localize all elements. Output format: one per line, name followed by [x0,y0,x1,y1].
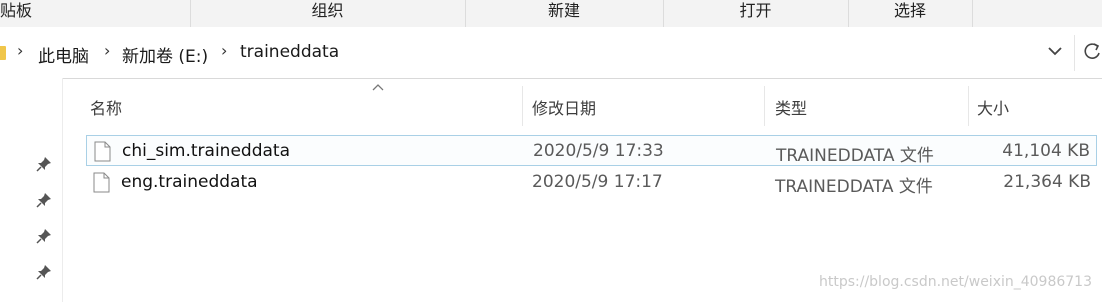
navigation-pane[interactable] [0,78,63,302]
address-divider [1074,35,1075,71]
breadcrumb-traineddata[interactable]: traineddata [240,42,339,62]
watermark: https://blog.csdn.net/weixin_40986713 [818,274,1092,290]
file-size: 41,104 KB [1002,141,1090,161]
ribbon-group-organize: 组织 [190,0,466,27]
file-row-eng[interactable]: eng.traineddata 2020/5/9 17:17 TRAINEDDA… [86,167,1097,198]
column-divider[interactable] [522,86,523,126]
ribbon-group-new: 新建 [465,0,664,27]
sort-ascending-icon [372,84,384,91]
file-type: TRAINEDDATA 文件 [775,177,933,197]
pin-icon[interactable] [36,264,52,280]
file-size: 21,364 KB [1003,172,1091,192]
pin-icon[interactable] [36,156,52,172]
ribbon-group-clipboard: 贴板 [0,0,191,27]
ribbon-group-labels: 贴板 组织 新建 打开 选择 [0,0,1102,28]
column-header-name[interactable]: 名称 [90,95,122,119]
chevron-right-icon[interactable]: › [104,41,110,60]
chevron-right-icon[interactable]: › [221,41,227,60]
folder-icon [0,46,6,60]
breadcrumb-this-pc[interactable]: 此电脑 [38,42,89,67]
file-icon [94,141,111,162]
file-name[interactable]: eng.traineddata [121,172,258,192]
pin-icon[interactable] [36,228,52,244]
file-icon [93,172,110,193]
ribbon-group-select: 选择 [848,0,973,27]
column-divider[interactable] [764,86,765,126]
breadcrumb-drive-e[interactable]: 新加卷 (E:) [122,42,208,67]
chevron-down-icon[interactable] [1043,39,1067,63]
column-header-row: 名称 修改日期 类型 大小 [78,78,1102,128]
ribbon-group-open: 打开 [663,0,849,27]
file-type: TRAINEDDATA 文件 [776,146,934,166]
file-date: 2020/5/9 17:17 [532,172,663,192]
file-name[interactable]: chi_sim.traineddata [122,141,290,161]
column-header-date[interactable]: 修改日期 [532,95,596,119]
column-header-type[interactable]: 类型 [775,95,807,119]
column-divider[interactable] [968,86,969,126]
chevron-right-icon[interactable]: › [17,41,23,60]
column-header-size[interactable]: 大小 [977,95,1009,119]
refresh-icon[interactable] [1082,41,1102,63]
address-bar[interactable]: › 此电脑 › 新加卷 (E:) › traineddata [0,27,1102,79]
pin-icon[interactable] [36,192,52,208]
file-date: 2020/5/9 17:33 [533,141,664,161]
file-row-chi-sim[interactable]: chi_sim.traineddata 2020/5/9 17:33 TRAIN… [86,135,1097,166]
